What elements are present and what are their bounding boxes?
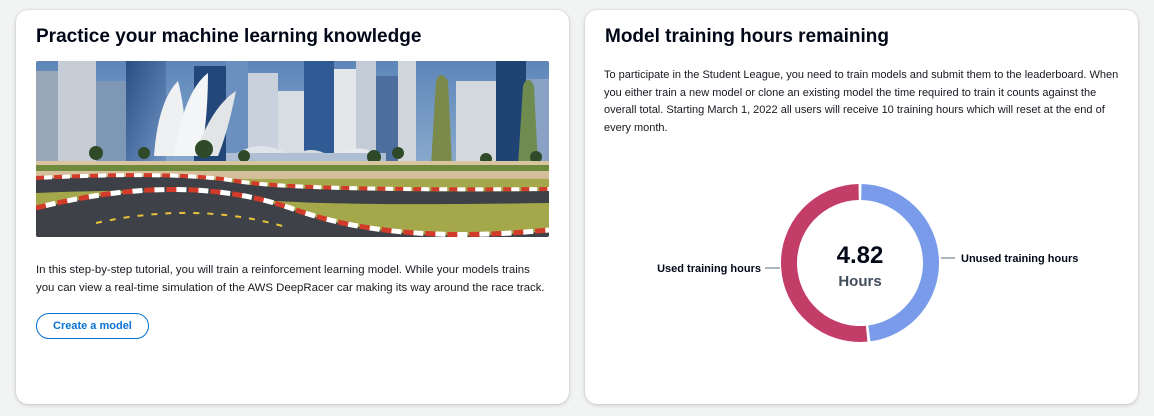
race-track-image [36, 61, 549, 237]
practice-card: Practice your machine learning knowledge [16, 10, 569, 404]
hours-remaining-value: 4.82 [837, 242, 884, 269]
practice-card-title: Practice your machine learning knowledge [36, 26, 422, 47]
hours-unit-label: Hours [838, 273, 881, 290]
practice-description: In this step-by-step tutorial, you will … [36, 264, 545, 294]
create-model-button[interactable]: Create a model [36, 313, 149, 339]
used-training-hours-label: Used training hours [657, 263, 761, 275]
training-hours-donut-chart: Used training hours Unused training hour… [657, 184, 1078, 342]
unused-training-hours-label: Unused training hours [961, 253, 1078, 265]
training-hours-card: Model training hours remaining To partic… [585, 10, 1138, 404]
